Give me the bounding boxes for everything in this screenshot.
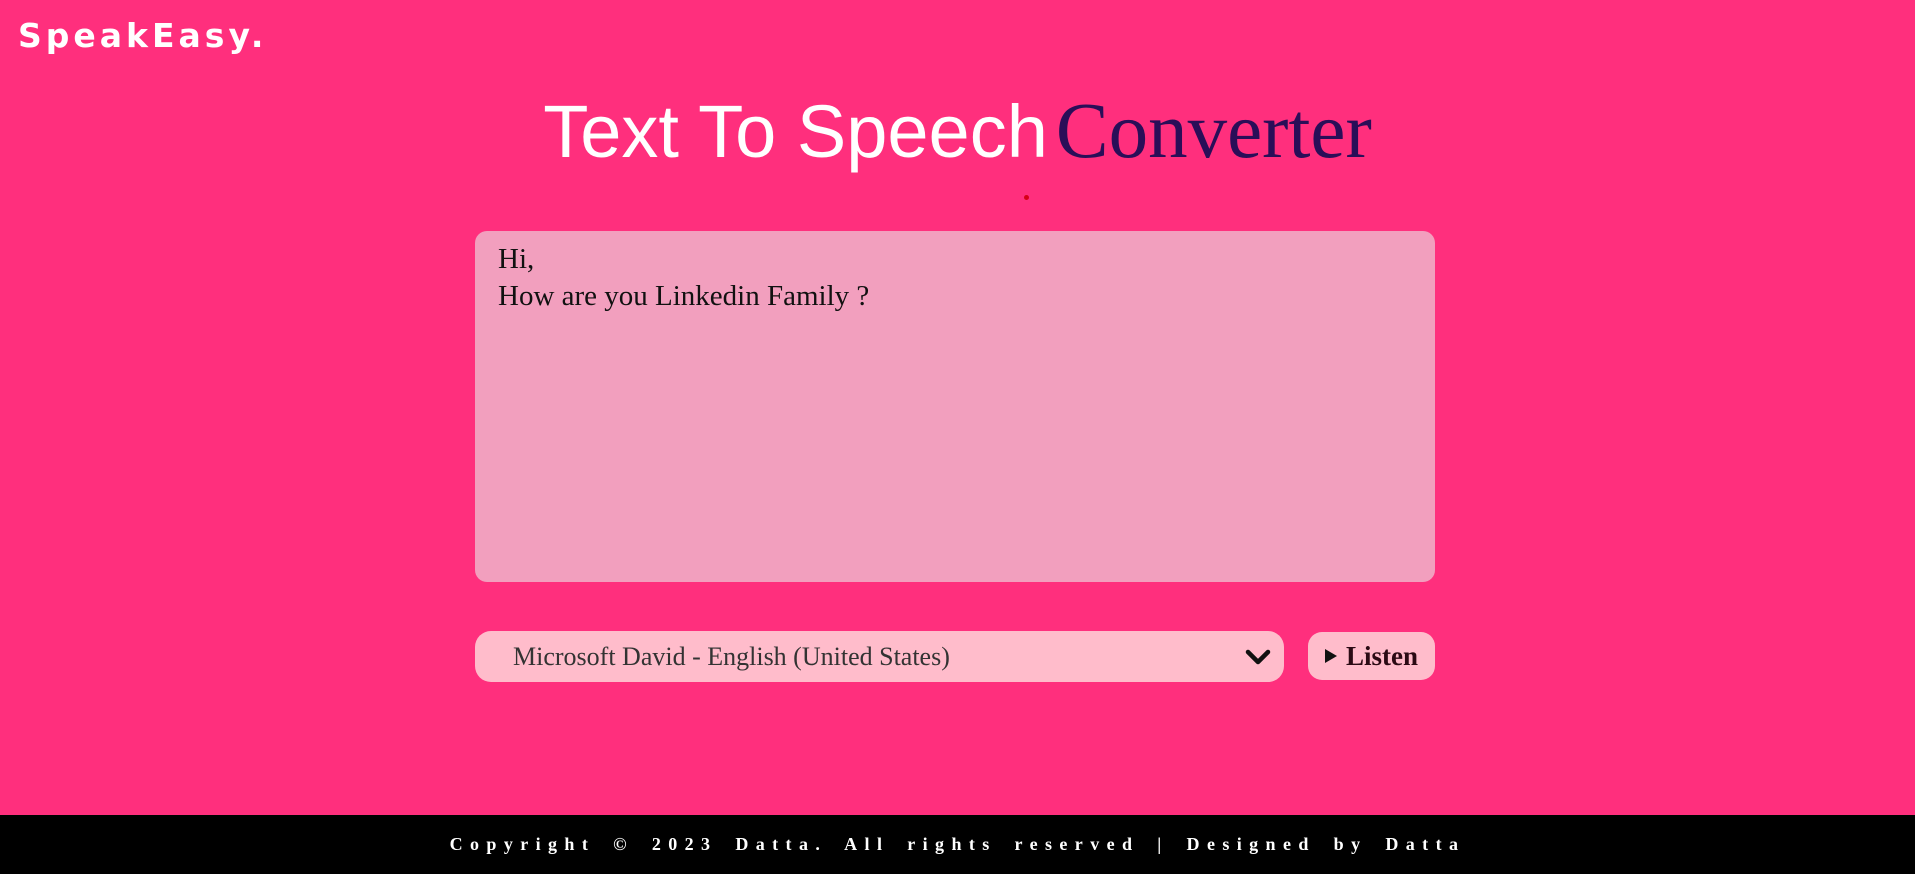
page-title: Text To Speech Converter xyxy=(0,92,1915,171)
footer: Copyright © 2023 Datta. All rights reser… xyxy=(0,815,1915,874)
app-logo: SpeakEasy. xyxy=(18,16,268,55)
page-title-main: Text To Speech xyxy=(543,90,1048,173)
chevron-down-icon xyxy=(1245,649,1271,665)
page-title-accent: Converter xyxy=(1055,88,1372,175)
text-input[interactable]: Hi, How are you Linkedin Family ? xyxy=(475,231,1435,582)
listen-button-label: Listen xyxy=(1346,640,1419,671)
voice-select[interactable]: Microsoft David - English (United States… xyxy=(475,631,1284,682)
voice-select-value: Microsoft David - English (United States… xyxy=(513,641,950,671)
footer-copyright: Copyright © 2023 Datta. All rights reser… xyxy=(449,834,1466,854)
decorative-dot xyxy=(1024,195,1029,200)
listen-button[interactable]: Listen xyxy=(1308,632,1435,680)
play-icon xyxy=(1325,649,1337,663)
